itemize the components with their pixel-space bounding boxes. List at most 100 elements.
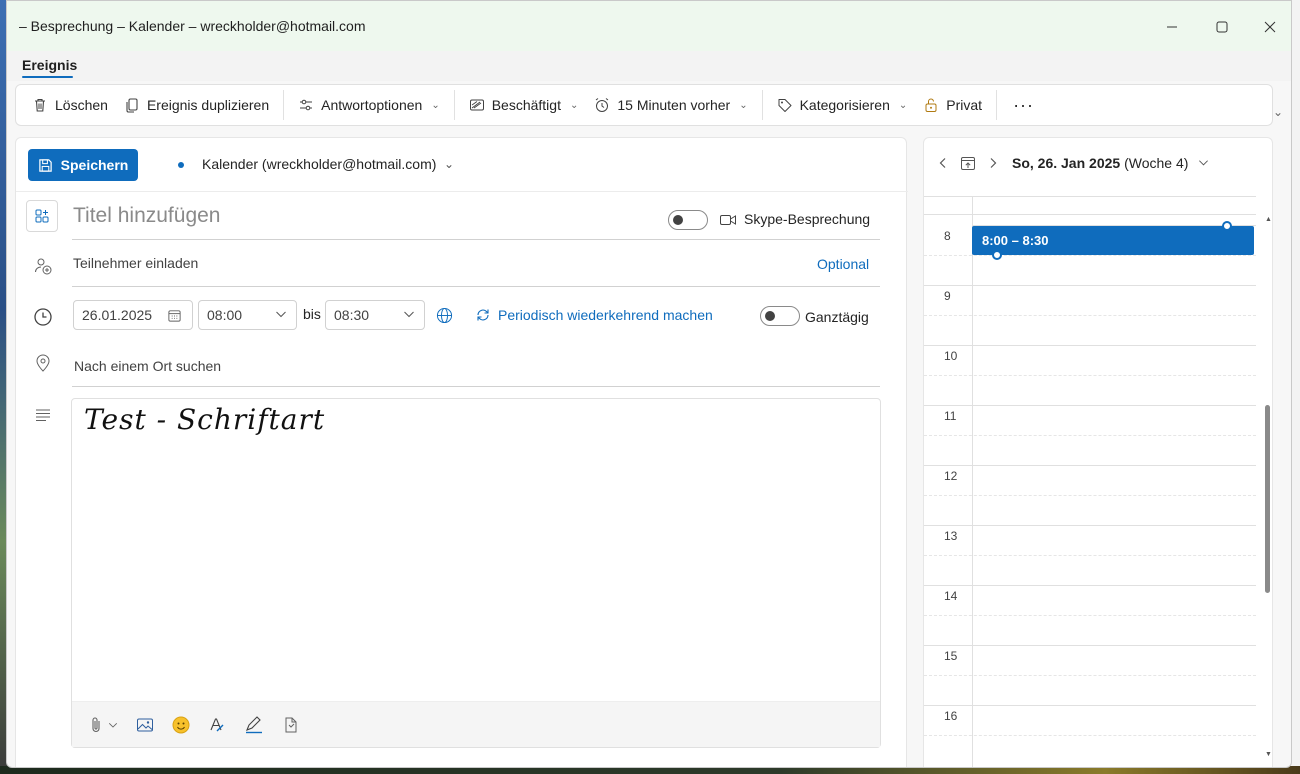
- body-editor[interactable]: Test - Schriftart: [71, 398, 881, 748]
- description-row-icon: [32, 404, 54, 426]
- hour-line: [924, 465, 1256, 466]
- hour-label: 13: [944, 529, 958, 543]
- start-date-field[interactable]: 26.01.2025: [73, 300, 193, 330]
- resize-handle-bottom[interactable]: [992, 250, 1002, 260]
- title-input[interactable]: Titel hinzufügen: [73, 204, 220, 228]
- more-options-button[interactable]: ···: [1003, 88, 1044, 122]
- day-view-date[interactable]: So, 26. Jan 2025 (Woche 4): [1012, 155, 1188, 171]
- event-icon-picker[interactable]: [26, 200, 58, 232]
- all-day-toggle[interactable]: [760, 306, 800, 326]
- day-view: So, 26. Jan 2025 (Woche 4) 8 9 10 11 12 13 14 1…: [923, 137, 1273, 767]
- hour-label: 14: [944, 589, 958, 603]
- event-form: Speichern Kalender (wreckholder@hotmail.…: [15, 137, 908, 767]
- hour-label: 11: [944, 409, 957, 423]
- hour-line: [924, 645, 1256, 646]
- close-icon: [1264, 21, 1276, 33]
- scroll-up-arrow[interactable]: ▲: [1265, 216, 1272, 223]
- apps-grid-icon: [35, 209, 49, 223]
- minimize-button[interactable]: [1149, 11, 1195, 43]
- attendees-underline: [72, 286, 880, 287]
- calendar-icon[interactable]: [167, 308, 182, 323]
- emoji-icon[interactable]: [172, 716, 190, 734]
- categorize-label: Kategorisieren: [799, 97, 890, 113]
- title-bar: – Besprechung – Kalender – wreckholder@h…: [7, 1, 1291, 51]
- toolbar-divider: [761, 90, 763, 120]
- chevron-down-icon: [108, 722, 118, 728]
- maximize-icon: [1216, 21, 1228, 33]
- duplicate-button[interactable]: Ereignis duplizieren: [116, 88, 277, 122]
- maximize-button[interactable]: [1199, 11, 1245, 43]
- optional-link[interactable]: Optional: [817, 256, 869, 272]
- tab-ereignis[interactable]: Ereignis: [22, 57, 77, 73]
- event-time-label: 8:00 – 8:30: [982, 233, 1049, 248]
- divider: [16, 191, 908, 192]
- delete-button[interactable]: Löschen: [24, 88, 116, 122]
- chevron-right-icon: [990, 158, 997, 168]
- show-as-label: Beschäftigt: [491, 97, 561, 113]
- end-time-dropdown[interactable]: 08:30: [325, 300, 425, 330]
- day-view-week: (Woche 4): [1124, 155, 1189, 171]
- scroll-down-arrow[interactable]: ▼: [1265, 751, 1272, 758]
- repeat-icon: [477, 309, 489, 321]
- make-recurring-link[interactable]: Periodisch wiederkehrend machen: [475, 307, 713, 323]
- alarm-clock-icon: [596, 98, 609, 112]
- pen-draw-icon[interactable]: [244, 715, 264, 734]
- chevron-down-icon: ⌄: [739, 99, 748, 111]
- hour-label: 15: [944, 649, 958, 663]
- categorize-dropdown[interactable]: Kategorisieren ⌄: [769, 88, 916, 122]
- ribbon-toolbar: Löschen Ereignis duplizieren Antwortopti…: [15, 84, 1273, 126]
- show-as-dropdown[interactable]: Beschäftigt ⌄: [461, 88, 587, 122]
- window-title: – Besprechung – Kalender – wreckholder@h…: [19, 18, 366, 34]
- go-to-today-button[interactable]: [960, 155, 976, 174]
- reminder-label: 15 Minuten vorher: [617, 97, 731, 113]
- resize-handle-top[interactable]: [1222, 221, 1232, 231]
- hour-label: 8: [944, 229, 951, 243]
- hour-line: [924, 525, 1256, 526]
- response-options-button[interactable]: Antwortoptionen ⌄: [290, 88, 448, 122]
- next-day-button[interactable]: [988, 156, 998, 172]
- attendees-row-icon: [32, 255, 54, 277]
- previous-day-button[interactable]: [938, 156, 948, 172]
- attendees-input[interactable]: Teilnehmer einladen: [73, 255, 198, 271]
- all-day-separator: [924, 214, 1256, 215]
- ribbon-expand-icon[interactable]: ⌄: [1273, 105, 1283, 119]
- globe-icon[interactable]: [436, 307, 453, 324]
- reminder-dropdown[interactable]: 15 Minuten vorher ⌄: [586, 88, 755, 122]
- delete-label: Löschen: [55, 97, 108, 113]
- half-hour-line: [924, 315, 1256, 316]
- chevron-down-icon[interactable]: [1198, 157, 1209, 171]
- close-button[interactable]: [1247, 11, 1291, 43]
- ribbon-tabs: Ereignis: [7, 51, 1291, 81]
- save-label: Speichern: [60, 157, 129, 173]
- hour-label: 12: [944, 469, 958, 483]
- location-pin-icon: [36, 354, 50, 372]
- attach-button[interactable]: [88, 716, 118, 734]
- start-time-dropdown[interactable]: 08:00: [198, 300, 297, 330]
- calendar-color-dot: [178, 162, 184, 168]
- image-icon[interactable]: [136, 717, 154, 733]
- document-icon[interactable]: [282, 716, 300, 734]
- to-label: bis: [303, 306, 321, 322]
- calendar-select[interactable]: Kalender (wreckholder@hotmail.com): [202, 156, 436, 172]
- all-day-label: Ganztägig: [805, 309, 869, 325]
- toolbar-divider: [996, 90, 998, 120]
- location-underline: [72, 386, 880, 387]
- chevron-down-icon: ⌄: [898, 99, 908, 111]
- duplicate-label: Ereignis duplizieren: [146, 97, 270, 113]
- body-text[interactable]: Test - Schriftart: [84, 403, 325, 436]
- event-block[interactable]: 8:00 – 8:30: [972, 221, 1254, 260]
- location-input[interactable]: Nach einem Ort suchen: [74, 358, 221, 374]
- half-hour-line: [924, 435, 1256, 436]
- chevron-down-icon: [404, 311, 414, 318]
- private-button[interactable]: Privat: [915, 88, 990, 122]
- skype-toggle[interactable]: [668, 210, 708, 230]
- lock-icon: [925, 98, 937, 112]
- private-label: Privat: [946, 97, 983, 113]
- tag-icon: [778, 99, 792, 112]
- day-view-scrollbar[interactable]: [1265, 405, 1270, 593]
- half-hour-line: [924, 495, 1256, 496]
- chevron-down-icon[interactable]: ⌄: [444, 157, 454, 171]
- text-format-icon[interactable]: [208, 716, 226, 734]
- save-button[interactable]: Speichern: [28, 149, 138, 181]
- editor-toolbar: [72, 701, 880, 747]
